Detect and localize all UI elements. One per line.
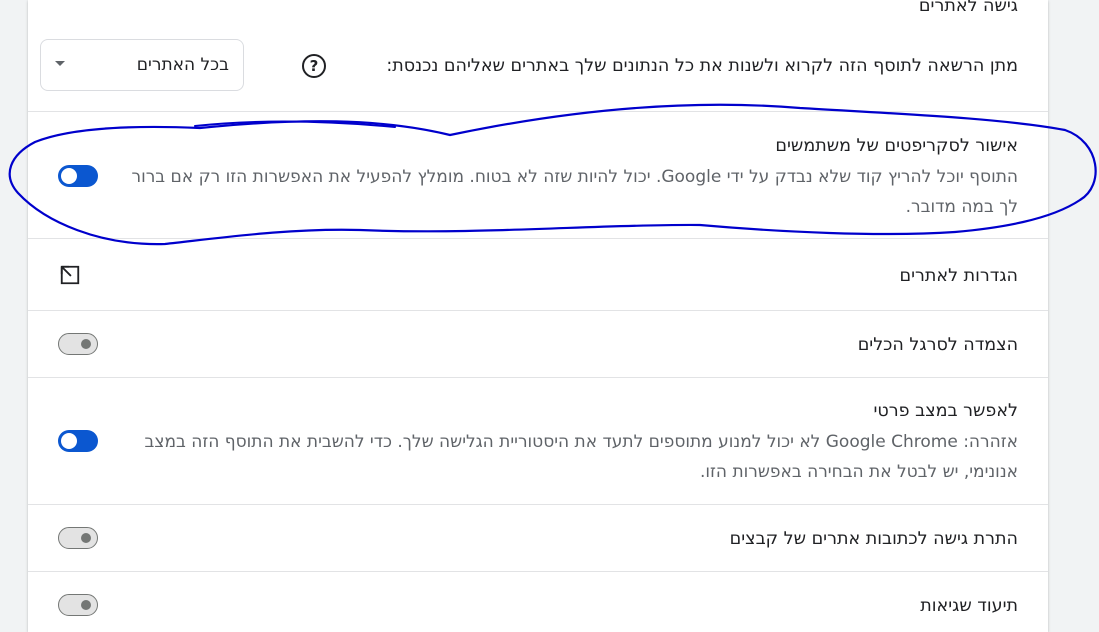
- launch-icon[interactable]: [59, 264, 81, 286]
- help-icon[interactable]: ?: [302, 54, 326, 78]
- user-scripts-toggle[interactable]: [58, 165, 98, 187]
- site-access-select-value: בכל האתרים: [136, 55, 229, 75]
- user-scripts-title: אישור לסקריפטים של משתמשים: [775, 136, 1018, 156]
- divider: [28, 504, 1048, 505]
- pin-toolbar-label: הצמדה לסרגל הכלים: [857, 335, 1018, 355]
- incognito-title: לאפשר במצב פרטי: [873, 401, 1018, 421]
- error-logging-toggle[interactable]: [58, 594, 98, 616]
- pin-toolbar-toggle[interactable]: [58, 333, 98, 355]
- user-scripts-description: התוסף יוכל להריץ קוד שלא נבדק על ידי Goo…: [131, 167, 1018, 217]
- site-access-title: גישה לאתרים: [918, 0, 1018, 16]
- chevron-down-icon: [55, 61, 65, 66]
- incognito-description: אזהרה: Google Chrome לא יכול למנוע מתוספ…: [144, 432, 1018, 482]
- file-urls-label: התרת גישה לכתובות אתרים של קבצים: [729, 529, 1018, 549]
- toggle-knob: [81, 339, 91, 349]
- toggle-knob: [81, 533, 91, 543]
- site-access-description: מתן הרשאה לתוסף הזה לקרוא ולשנות את כל ה…: [386, 56, 1018, 76]
- toggle-knob: [81, 600, 91, 610]
- divider: [28, 377, 1048, 378]
- divider: [28, 238, 1048, 239]
- error-logging-label: תיעוד שגיאות: [920, 596, 1018, 616]
- toggle-knob: [61, 168, 77, 184]
- divider: [28, 111, 1048, 112]
- extension-details-card: גישה לאתרים מתן הרשאה לתוסף הזה לקרוא ול…: [28, 0, 1048, 632]
- divider: [28, 310, 1048, 311]
- toggle-knob: [61, 433, 77, 449]
- site-settings-label: הגדרות לאתרים: [899, 266, 1018, 286]
- site-access-select[interactable]: בכל האתרים: [40, 39, 244, 91]
- incognito-toggle[interactable]: [58, 430, 98, 452]
- file-urls-toggle[interactable]: [58, 527, 98, 549]
- divider: [28, 571, 1048, 572]
